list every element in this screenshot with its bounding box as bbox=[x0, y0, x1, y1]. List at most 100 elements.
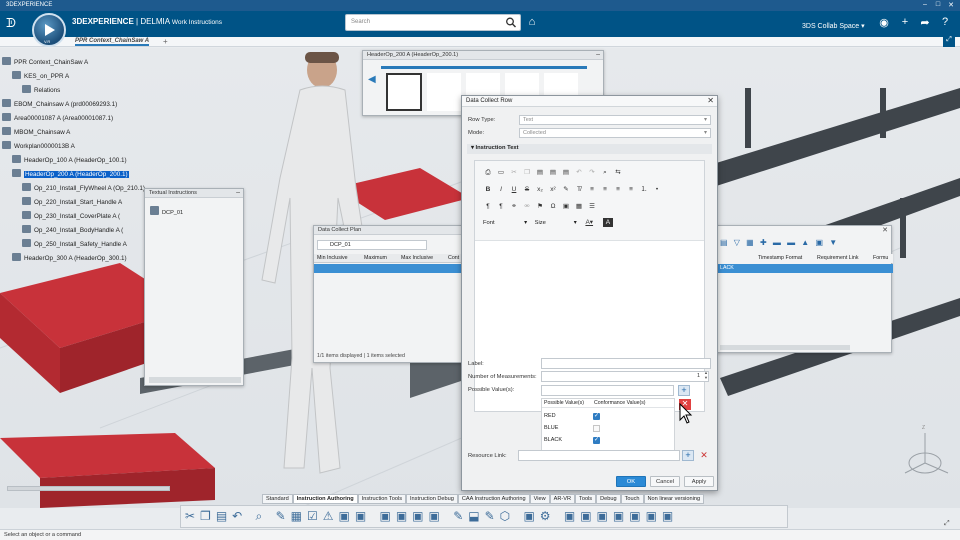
action-tab[interactable]: Non linear versioning bbox=[643, 494, 705, 504]
text-color-icon[interactable]: A▾ bbox=[584, 218, 594, 227]
tree-scrollbar[interactable] bbox=[7, 486, 170, 491]
superscript-icon[interactable]: x² bbox=[548, 185, 558, 194]
search-input[interactable]: Search bbox=[345, 14, 521, 31]
remove-resource-icon[interactable]: ✕ bbox=[698, 450, 710, 461]
action-tab[interactable]: Debug bbox=[596, 494, 621, 504]
col-max-inclusive[interactable]: Max Inclusive bbox=[401, 255, 433, 261]
user-icon[interactable]: ◉ bbox=[877, 16, 891, 29]
rtl-icon[interactable]: ¶ bbox=[496, 202, 506, 211]
conformance-checkbox[interactable] bbox=[593, 425, 600, 432]
table-icon[interactable]: ▦ bbox=[574, 202, 584, 211]
value-row[interactable]: BLUE bbox=[542, 423, 674, 434]
paste-icon[interactable]: ▤ bbox=[535, 168, 545, 177]
cut-icon[interactable]: ✂ bbox=[509, 168, 519, 177]
tree-item[interactable]: PPR Context_ChainSaw A bbox=[2, 57, 88, 68]
dcp-field[interactable]: DCP_01 bbox=[317, 240, 427, 250]
ok-button[interactable]: OK bbox=[616, 476, 646, 487]
bulleted-list-icon[interactable]: • bbox=[652, 185, 662, 194]
tree-item[interactable]: Op_250_Install_Safety_Handle A bbox=[22, 239, 127, 250]
special-char-icon[interactable]: Ω bbox=[548, 202, 558, 211]
table-row-selected[interactable]: LACK bbox=[717, 264, 893, 273]
tree-item[interactable]: KES_on_PPR A bbox=[12, 71, 69, 82]
step-thumbnail[interactable] bbox=[427, 73, 461, 111]
action-tab[interactable]: Tools bbox=[575, 494, 597, 504]
headerop-close-icon[interactable]: – bbox=[596, 51, 600, 58]
find-icon[interactable]: ⌕ bbox=[600, 168, 610, 177]
tree-item[interactable]: HeaderOp_100 A (HeaderOp_100.1) bbox=[12, 155, 127, 166]
link-icon[interactable]: ⚭ bbox=[509, 202, 519, 211]
mode-select[interactable]: Collected ▾ bbox=[519, 128, 711, 138]
tree-item[interactable]: Op_240_Install_BodyHandle A ( bbox=[22, 225, 123, 236]
possible-value-input[interactable] bbox=[541, 385, 674, 396]
action-tab[interactable]: CAA Instruction Authoring bbox=[457, 494, 530, 504]
action-tab[interactable]: Standard bbox=[262, 494, 293, 504]
copy-icon[interactable]: ❐ bbox=[522, 168, 532, 177]
dialog-close-icon[interactable]: ✕ bbox=[707, 96, 714, 105]
dcp-table-row-selected[interactable] bbox=[314, 264, 464, 273]
table-toolbar[interactable]: ▤ ▽ ▦ ✚ ▬ ▬ ▲ ▣ ▼ bbox=[720, 238, 890, 251]
arrow-left-icon[interactable]: ◀ bbox=[368, 74, 382, 85]
expand-icon[interactable]: ⤢ bbox=[944, 520, 950, 528]
ltr-icon[interactable]: ¶ bbox=[483, 202, 493, 211]
col-requirement-link[interactable]: Requirement Link bbox=[817, 255, 859, 261]
row-type-select[interactable]: Text ▾ bbox=[519, 115, 711, 125]
textual-close-icon[interactable]: – bbox=[236, 189, 240, 196]
size-dropdown[interactable]: Size ▾ bbox=[535, 220, 577, 226]
tree-item[interactable]: EBOM_Chainsaw A (prd00069293.1) bbox=[2, 99, 117, 110]
tree-item[interactable]: Relations bbox=[22, 85, 60, 96]
clear-format-icon[interactable]: T̸ bbox=[574, 185, 584, 194]
resource-link-input[interactable] bbox=[518, 450, 680, 461]
action-tab[interactable]: Instruction Authoring bbox=[292, 494, 358, 504]
paste-word-icon[interactable]: ▤ bbox=[561, 168, 571, 177]
value-row[interactable]: RED ✓ bbox=[542, 411, 674, 422]
instruction-text-section[interactable]: ▾ Instruction Text bbox=[467, 144, 712, 154]
subscript-icon[interactable]: x₂ bbox=[535, 185, 545, 194]
action-tab[interactable]: View bbox=[529, 494, 550, 504]
bg-color-icon[interactable]: A bbox=[602, 218, 613, 227]
align-left-icon[interactable]: ≡ bbox=[587, 185, 597, 194]
col-possible-values[interactable]: Possible Value(s) bbox=[544, 400, 584, 406]
collab-space-selector[interactable]: 3DS Collab Space ▾ bbox=[802, 22, 865, 30]
action-tab[interactable]: Instruction Debug bbox=[406, 494, 458, 504]
preview-icon[interactable]: ▭ bbox=[496, 168, 506, 177]
tab-ppr-context[interactable]: PPR Context_ChainSaw A bbox=[75, 38, 150, 46]
paste-text-icon[interactable]: ▤ bbox=[548, 168, 558, 177]
tree-item[interactable]: HeaderOp_300 A (HeaderOp_300.1) bbox=[12, 253, 127, 264]
redo-icon[interactable]: ↷ bbox=[587, 168, 597, 177]
tree-item[interactable]: Area00001087 A (Area00001087.1) bbox=[2, 113, 113, 124]
tree-item[interactable]: Op_220_Install_Start_Handle A bbox=[22, 197, 122, 208]
action-tab[interactable]: AR-VR bbox=[549, 494, 576, 504]
add-tab-icon[interactable]: + bbox=[163, 37, 168, 46]
bold-icon[interactable]: B bbox=[483, 185, 493, 194]
step-thumbnail-selected[interactable] bbox=[386, 73, 422, 111]
share-icon[interactable]: ➦ bbox=[918, 16, 932, 29]
col-maximum[interactable]: Maximum bbox=[364, 255, 387, 261]
justify-icon[interactable]: ≡ bbox=[626, 185, 636, 194]
textual-scrollbar[interactable] bbox=[149, 377, 241, 383]
apply-button[interactable]: Apply bbox=[684, 476, 714, 487]
replace-icon[interactable]: ⇆ bbox=[613, 168, 623, 177]
font-dropdown[interactable]: Font ▾ bbox=[483, 220, 527, 226]
print-icon[interactable]: ⎙ bbox=[483, 168, 493, 177]
tree-item[interactable]: Op_230_Install_CoverPlate A ( bbox=[22, 211, 120, 222]
align-right-icon[interactable]: ≡ bbox=[613, 185, 623, 194]
col-cont[interactable]: Cont bbox=[448, 255, 459, 261]
tree-item[interactable]: Op_210_Install_FlyWheel A (Op_210.1) bbox=[22, 183, 145, 194]
table-close-icon[interactable]: ✕ bbox=[882, 226, 888, 234]
col-conformance-values[interactable]: Conformance Value(s) bbox=[594, 400, 646, 406]
search-icon[interactable] bbox=[505, 17, 517, 28]
tree-item[interactable]: HeaderOp_200 A (HeaderOp_200.1) bbox=[12, 169, 129, 180]
maximize-icon[interactable]: □ bbox=[933, 1, 943, 10]
underline-icon[interactable]: U bbox=[509, 185, 519, 194]
minimize-icon[interactable]: – bbox=[920, 1, 930, 10]
italic-icon[interactable]: I bbox=[496, 185, 506, 194]
dcp-tree-item[interactable]: DCP_01 bbox=[150, 206, 183, 216]
unlink-icon[interactable]: ⚮ bbox=[522, 202, 532, 211]
conformance-checkbox[interactable]: ✓ bbox=[593, 413, 600, 420]
compass-icon[interactable]: V.R bbox=[32, 13, 66, 47]
tag-icon[interactable]: ⌂ bbox=[525, 16, 539, 28]
numbered-list-icon[interactable]: ⒈ bbox=[639, 185, 649, 194]
tree-item[interactable]: MBOM_Chainsaw A bbox=[2, 127, 70, 138]
action-tab[interactable]: Touch bbox=[620, 494, 644, 504]
add-icon[interactable]: + bbox=[898, 16, 912, 28]
